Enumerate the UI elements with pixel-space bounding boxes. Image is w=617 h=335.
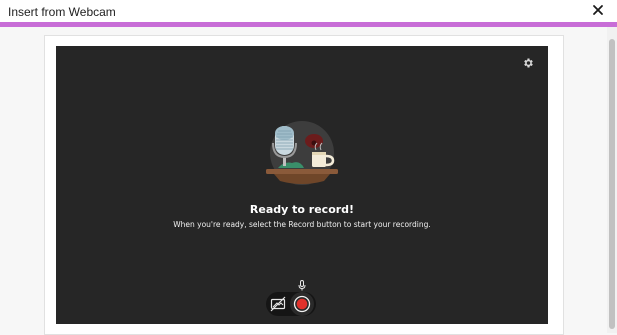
close-icon	[593, 5, 603, 15]
microphone-coffee-illustration	[266, 121, 338, 185]
ready-heading: Ready to record!	[249, 203, 355, 216]
gear-icon	[524, 58, 533, 68]
scrollbar-thumb[interactable]	[609, 39, 615, 329]
recorder-panel: Ready to record! When you're ready, sele…	[44, 35, 564, 335]
recording-controls	[266, 292, 316, 316]
microphone-icon	[298, 280, 306, 291]
studio-illustration	[264, 119, 340, 191]
dialog-titlebar: Insert from Webcam	[0, 0, 617, 22]
dialog-content: Ready to record! When you're ready, sele…	[0, 27, 607, 335]
record-icon	[293, 295, 311, 313]
insert-from-webcam-dialog: Insert from Webcam Ready to record! When…	[0, 0, 617, 335]
camera-off-icon	[270, 296, 286, 312]
vertical-scrollbar[interactable]	[607, 27, 617, 333]
dialog-title: Insert from Webcam	[8, 5, 116, 19]
ready-instructions: When you're ready, select the Record but…	[173, 220, 431, 229]
webcam-stage: Ready to record! When you're ready, sele…	[56, 46, 548, 324]
close-button[interactable]	[591, 3, 605, 17]
microphone-indicator	[298, 278, 306, 291]
camera-toggle-button[interactable]	[269, 295, 287, 313]
record-button[interactable]	[290, 292, 314, 316]
settings-button[interactable]	[522, 56, 534, 68]
